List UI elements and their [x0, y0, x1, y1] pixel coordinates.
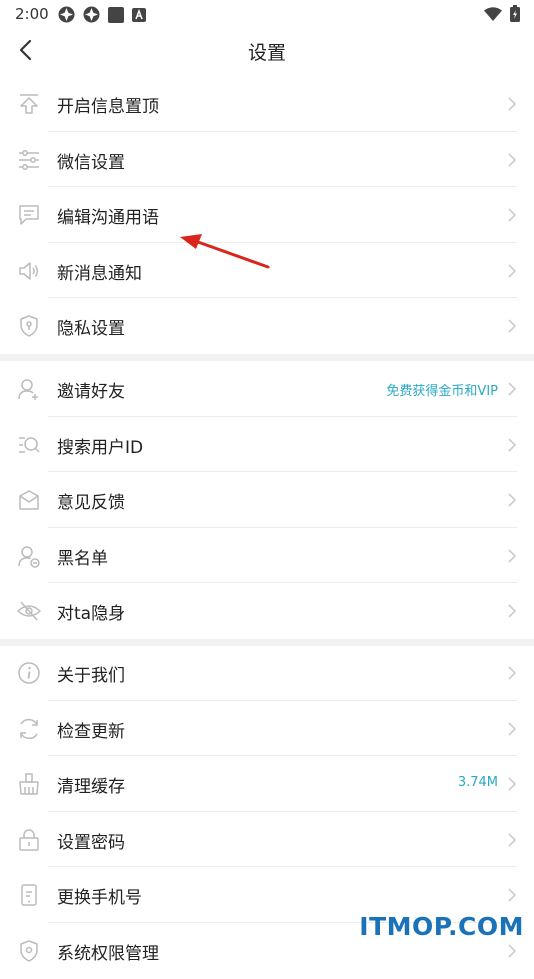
- settings-item-search-user[interactable]: 搜索用户ID: [0, 417, 534, 473]
- phone-icon: [21, 884, 37, 907]
- chevron-right-icon: [508, 833, 517, 847]
- settings-item-invite[interactable]: 邀请好友 免费获得金币和VIP: [0, 361, 534, 417]
- settings-item-about[interactable]: 关于我们: [0, 645, 534, 701]
- blacklist-icon: [18, 546, 40, 568]
- settings-item-label: 清理缓存: [57, 777, 125, 798]
- settings-section-general: 开启信息置顶 微信设置 编辑沟通用语 新消息通知 隐私设置: [0, 76, 534, 354]
- square-notification-icon: [108, 6, 124, 23]
- settings-item-label: 隐私设置: [57, 319, 125, 340]
- chevron-right-icon: [508, 208, 517, 222]
- user-add-icon: [18, 379, 38, 400]
- settings-item-privacy[interactable]: 隐私设置: [0, 298, 534, 354]
- settings-item-label: 邀请好友: [57, 382, 125, 402]
- nav-bar: 设置: [0, 28, 534, 74]
- chevron-right-icon: [508, 382, 517, 396]
- shield-icon: [20, 315, 38, 338]
- chevron-right-icon: [508, 549, 517, 563]
- chevron-right-icon: [508, 944, 517, 958]
- chevron-right-icon: [508, 777, 517, 791]
- speaker-icon: [19, 262, 38, 280]
- chevron-right-icon: [508, 319, 517, 333]
- settings-item-label: 意见反馈: [57, 493, 125, 514]
- message-icon: [19, 205, 39, 225]
- chevron-right-icon: [508, 722, 517, 736]
- settings-item-wechat[interactable]: 微信设置: [0, 132, 534, 188]
- invite-reward-text: 免费获得金币和VIP: [386, 384, 498, 399]
- settings-item-label: 微信设置: [57, 152, 125, 173]
- settings-item-feedback[interactable]: 意见反馈: [0, 472, 534, 528]
- settings-section-social: 邀请好友 免费获得金币和VIP 搜索用户ID 意见反馈 黑名单 对ta隐身: [0, 361, 534, 639]
- settings-item-label: 设置密码: [57, 832, 125, 853]
- settings-item-update[interactable]: 检查更新: [0, 701, 534, 757]
- settings-item-label: 黑名单: [57, 548, 108, 569]
- eye-hidden-icon: [17, 601, 41, 621]
- info-icon: [18, 662, 40, 684]
- settings-item-clear-cache[interactable]: 清理缓存 3.74M: [0, 756, 534, 812]
- chevron-right-icon: [508, 153, 517, 167]
- wifi-icon: [484, 6, 502, 21]
- feedback-icon: [19, 490, 39, 510]
- settings-item-label: 新消息通知: [57, 263, 142, 284]
- cache-size-text: 3.74M: [457, 775, 498, 791]
- settings-item-label: 关于我们: [57, 666, 125, 686]
- status-bar: 2:00: [0, 0, 534, 28]
- permission-icon: [20, 940, 38, 962]
- settings-item-label: 检查更新: [57, 721, 125, 742]
- page-title: 设置: [247, 42, 286, 64]
- battery-icon: [510, 5, 520, 22]
- app-notification-icon: [83, 6, 100, 23]
- settings-item-pin-top[interactable]: 开启信息置顶: [0, 76, 534, 132]
- watermark: ITMOP.COM: [359, 912, 524, 941]
- pin-top-icon: [20, 94, 38, 114]
- status-time: 2:00: [15, 5, 49, 23]
- settings-item-blacklist[interactable]: 黑名单: [0, 528, 534, 584]
- refresh-icon: [20, 718, 38, 739]
- settings-item-label: 更换手机号: [57, 888, 142, 909]
- annotation-arrow-icon: [180, 234, 270, 269]
- broom-icon: [19, 773, 39, 795]
- chevron-right-icon: [508, 493, 517, 507]
- chevron-right-icon: [508, 888, 517, 902]
- app-notification-icon: [58, 6, 75, 23]
- a-notification-icon: [132, 7, 146, 22]
- settings-item-password[interactable]: 设置密码: [0, 812, 534, 868]
- settings-item-invisible[interactable]: 对ta隐身: [0, 583, 534, 639]
- chevron-right-icon: [508, 666, 517, 680]
- chevron-right-icon: [508, 604, 517, 618]
- settings-item-label: 编辑沟通用语: [57, 208, 159, 229]
- sliders-icon: [19, 149, 39, 170]
- search-user-icon: [19, 436, 40, 453]
- chevron-right-icon: [508, 97, 517, 111]
- settings-item-label: 开启信息置顶: [57, 97, 159, 117]
- settings-item-label: 对ta隐身: [57, 604, 126, 625]
- chevron-right-icon: [508, 438, 517, 452]
- chevron-right-icon: [508, 264, 517, 278]
- settings-item-label: 系统权限管理: [57, 943, 159, 964]
- settings-item-label: 搜索用户ID: [57, 437, 144, 458]
- section-gap: [0, 354, 534, 361]
- lock-icon: [19, 829, 39, 851]
